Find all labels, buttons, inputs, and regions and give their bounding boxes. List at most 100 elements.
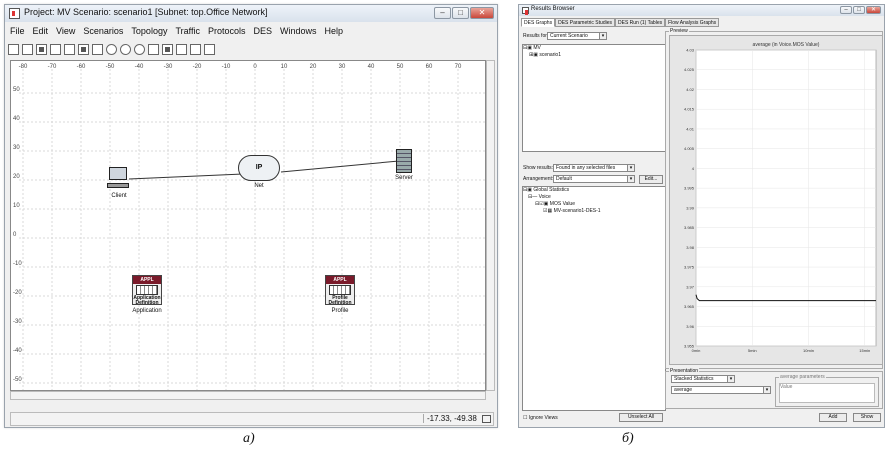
application-label: Application [132, 308, 162, 314]
ruler-x-tick: 40 [368, 64, 375, 70]
tab-flow-analysis-graphs[interactable]: Flow Analysis Graphs [665, 18, 720, 27]
y-tick-label: 4.005 [684, 146, 695, 151]
y-tick-label: 3.995 [684, 186, 695, 191]
chevron-down-icon: ▾ [727, 376, 734, 382]
menu-windows[interactable]: Windows [280, 26, 317, 36]
menu-scenarios[interactable]: Scenarios [83, 26, 123, 36]
menu-traffic[interactable]: Traffic [175, 26, 200, 36]
ignore-views-checkbox[interactable]: ☐ Ignore Views [523, 415, 558, 421]
hide-graphs-icon[interactable] [204, 43, 215, 55]
y-tick-label: 3.97 [686, 284, 695, 289]
ruler-x-tick: -80 [19, 64, 28, 70]
application-definition-node[interactable]: APPL Application Definition [132, 275, 162, 306]
view-results-icon[interactable] [176, 43, 187, 55]
menu-file[interactable]: File [10, 26, 25, 36]
x-tick-label: 15min [859, 348, 870, 353]
zoom-in-icon[interactable] [120, 43, 131, 55]
minimize-button[interactable]: – [434, 7, 451, 19]
arrangement-select[interactable]: Default ▾ [553, 175, 635, 183]
menu-edit[interactable]: Edit [33, 26, 49, 36]
y-tick-label: 3.975 [684, 265, 695, 270]
ruler-x-tick: 20 [310, 64, 317, 70]
ruler-x-tick: 60 [426, 64, 433, 70]
server-node[interactable] [396, 149, 412, 173]
workspace-canvas[interactable]: -80 -70 -60 -50 -40 -30 -20 -10 0 10 20 30 40 50 60 70 … [10, 60, 486, 391]
chevron-down-icon: ▾ [599, 33, 606, 39]
tree-item-mos-value[interactable]: ⊟☑▣ MOS Value [523, 201, 665, 208]
zoom-fit-icon[interactable] [106, 43, 117, 55]
presentation-select[interactable]: Stacked Statistics ▾ [671, 375, 735, 383]
menu-protocols[interactable]: Protocols [208, 26, 246, 36]
chart-title: average (in Voice.MOS Value) [753, 42, 820, 48]
chevron-down-icon: ▾ [627, 176, 634, 182]
maximize-button[interactable]: □ [452, 7, 469, 19]
edit-button[interactable]: Edit... [639, 175, 663, 184]
y-tick-label: 4 [692, 166, 695, 171]
results-file-tree[interactable]: ⊟▣ MV ⊞▣ scenario1 [522, 44, 666, 152]
unselect-all-button[interactable]: Unselect All [619, 413, 663, 422]
y-tick-label: 3.96 [686, 324, 695, 329]
close-button[interactable]: ✕ [866, 6, 881, 14]
tree-item-voice[interactable]: ⊟— Voice [523, 194, 665, 201]
link-net-server[interactable] [280, 160, 400, 173]
show-button[interactable]: Show [853, 413, 881, 422]
profile-appl-badge: APPL [326, 276, 354, 284]
tree-item-scenario[interactable]: ⊞▣ scenario1 [523, 52, 665, 59]
ruler-x-tick: -60 [77, 64, 86, 70]
menu-des[interactable]: DES [254, 26, 273, 36]
value-list[interactable]: Value [779, 383, 875, 403]
maximize-button[interactable]: □ [853, 6, 865, 14]
object-palette-icon[interactable] [64, 43, 75, 55]
tab-des-run-tables[interactable]: DES Run (1) Tables [615, 18, 666, 27]
y-tick-label: 3.965 [684, 304, 695, 309]
ruler-y-tick: 40 [13, 116, 20, 122]
tree-item-global-statistics[interactable]: ⊟▣ Global Statistics [523, 187, 665, 194]
close-button[interactable]: ✕ [470, 7, 494, 19]
chart-icon[interactable] [92, 43, 103, 55]
x-tick-label: 5min [748, 348, 757, 353]
horizontal-scrollbar[interactable] [10, 391, 486, 400]
net-label: Net [254, 183, 264, 189]
tab-des-parametric-studies[interactable]: DES Parametric Studies [555, 18, 615, 27]
ruler-y-tick: -20 [13, 290, 22, 296]
zoom-out-icon[interactable] [134, 43, 145, 55]
network-icon[interactable] [148, 43, 159, 55]
vertical-scrollbar[interactable] [486, 60, 495, 391]
open-icon[interactable] [22, 43, 33, 55]
message-icon[interactable] [482, 415, 491, 423]
des-run-icon[interactable] [162, 43, 173, 55]
client-node[interactable] [107, 167, 131, 191]
y-tick-label: 4.025 [684, 67, 695, 72]
workspace-grid: -80 -70 -60 -50 -40 -30 -20 -10 0 10 20 30 40 50 60 70 … [13, 64, 485, 390]
profile-definition-node[interactable]: APPL Profile Definition [325, 275, 355, 306]
print-icon[interactable] [50, 43, 61, 55]
configure-icon[interactable] [78, 43, 89, 55]
add-button[interactable]: Add [819, 413, 847, 422]
minimize-button[interactable]: – [840, 6, 852, 14]
arrangement-label: Arrangement: [523, 176, 554, 182]
edit-icon[interactable] [190, 43, 201, 55]
ruler-x-tick: 10 [281, 64, 288, 70]
plot-area [695, 49, 877, 347]
profile-icon [329, 285, 351, 295]
tab-des-graphs[interactable]: DES Graphs [521, 18, 556, 27]
title-bar: Project: MV Scenario: scenario1 [Subnet:… [5, 5, 497, 22]
tree-item-run-file[interactable]: ☑▦ MV-scenario1-DES-1 [523, 208, 665, 215]
save-icon[interactable] [36, 43, 47, 55]
ruler-y-tick: 20 [13, 174, 20, 180]
keyboard-icon [107, 183, 129, 188]
menu-view[interactable]: View [56, 26, 75, 36]
show-results-label: Show results: [523, 165, 554, 171]
statistics-tree[interactable]: ⊟▣ Global Statistics ⊟— Voice ⊟☑▣ MOS Va… [522, 186, 666, 411]
tree-item-mv[interactable]: ⊟▣ MV [523, 45, 665, 52]
show-results-select[interactable]: Found in any selected files ▾ [553, 164, 635, 172]
y-tick-label: 3.985 [684, 225, 695, 230]
menu-help[interactable]: Help [325, 26, 344, 36]
ruler-x-tick: -40 [135, 64, 144, 70]
new-icon[interactable] [8, 43, 19, 55]
results-for-select[interactable]: Current Scenario ▾ [547, 32, 607, 40]
cloud-icon[interactable]: IP [238, 155, 280, 181]
statistic-type-select[interactable]: average ▾ [671, 386, 771, 394]
y-tick-label: 4.015 [684, 107, 695, 112]
menu-topology[interactable]: Topology [131, 26, 167, 36]
